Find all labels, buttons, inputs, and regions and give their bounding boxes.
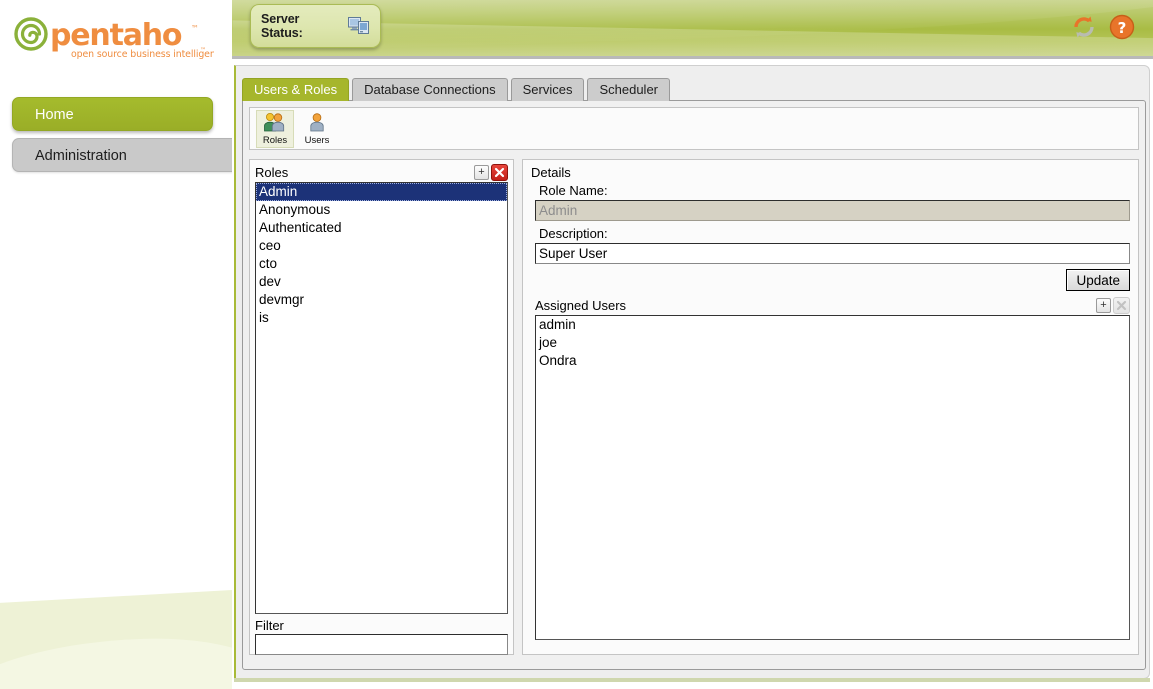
tab-users-and-roles[interactable]: Users & Roles xyxy=(242,78,350,101)
tab-label: Scheduler xyxy=(599,82,659,97)
list-item[interactable]: joe xyxy=(536,334,1129,352)
roles-panel-title: Roles xyxy=(255,165,289,180)
roles-panel: Roles + Admin Anonymous Authenticated ce… xyxy=(249,159,514,655)
remove-assigned-user-button xyxy=(1113,297,1130,314)
add-assigned-user-button[interactable]: + xyxy=(1096,298,1111,313)
content-area: Users & Roles Database Connections Servi… xyxy=(232,62,1153,689)
list-item[interactable]: cto xyxy=(256,255,507,273)
tab-bar: Users & Roles Database Connections Servi… xyxy=(242,78,671,101)
spiral-icon xyxy=(14,17,48,51)
sidebar-item-label: Home xyxy=(35,107,74,123)
assigned-users-title: Assigned Users xyxy=(535,298,627,313)
assigned-users-actions: + xyxy=(1096,297,1130,314)
filter-input[interactable] xyxy=(255,634,508,655)
pentaho-admin-console: pentaho ™ open source business intellige… xyxy=(0,0,1153,689)
toolbar-button-label: Users xyxy=(304,134,330,146)
content-panel: Users & Roles Database Connections Servi… xyxy=(234,65,1150,679)
toolbar-button-users[interactable]: Users xyxy=(298,110,336,148)
description-input[interactable] xyxy=(535,243,1130,264)
two-users-icon xyxy=(263,112,287,135)
decorative-swoosh-lower xyxy=(0,634,232,689)
roles-panel-actions: + xyxy=(474,164,508,181)
header-actions: ? xyxy=(1071,14,1135,40)
update-button[interactable]: Update xyxy=(1066,269,1130,291)
list-item[interactable]: ceo xyxy=(256,237,507,255)
module-toolbar: Roles Users xyxy=(249,107,1139,150)
svg-text:?: ? xyxy=(1118,19,1127,37)
server-status-panel[interactable]: Server Status: xyxy=(250,4,381,48)
svg-text:™: ™ xyxy=(200,47,206,54)
svg-text:pentaho: pentaho xyxy=(50,18,182,53)
roles-list[interactable]: Admin Anonymous Authenticated ceo cto de… xyxy=(255,182,508,614)
sidebar-item-administration[interactable]: Administration xyxy=(12,138,232,172)
tab-database-connections[interactable]: Database Connections xyxy=(352,78,508,101)
role-name-input xyxy=(535,200,1130,221)
list-item[interactable]: Admin xyxy=(256,183,507,201)
details-panel: Details Role Name: Description: Update xyxy=(522,159,1139,655)
role-name-field-row: Role Name: xyxy=(531,183,1130,221)
help-icon[interactable]: ? xyxy=(1109,14,1135,40)
roles-details-split: Roles + Admin Anonymous Authenticated ce… xyxy=(249,159,1139,655)
filter-label: Filter xyxy=(255,618,284,633)
add-role-button[interactable]: + xyxy=(474,165,489,180)
tab-scheduler[interactable]: Scheduler xyxy=(587,78,671,101)
list-item[interactable]: Authenticated xyxy=(256,219,507,237)
toolbar-button-label: Roles xyxy=(262,134,288,146)
decorative-swoosh-upper xyxy=(0,586,232,676)
role-name-label: Role Name: xyxy=(539,183,608,198)
tab-label: Users & Roles xyxy=(254,82,338,97)
description-label: Description: xyxy=(539,226,608,241)
list-item[interactable]: is xyxy=(256,309,507,327)
tab-services[interactable]: Services xyxy=(510,78,585,101)
pentaho-logo[interactable]: pentaho ™ open source business intellige… xyxy=(14,14,214,64)
delete-role-button[interactable] xyxy=(491,164,508,181)
tab-panel-users-and-roles: Roles Users Roles + Admin Anonymous Auth… xyxy=(242,100,1146,670)
assigned-users-list[interactable]: admin joe Ondra xyxy=(535,315,1130,640)
server-status-label: Server Status: xyxy=(261,12,303,40)
toolbar-button-roles[interactable]: Roles xyxy=(256,109,294,148)
roles-panel-header: Roles + xyxy=(255,164,508,182)
list-item[interactable]: admin xyxy=(536,316,1129,334)
tab-label: Services xyxy=(522,82,573,97)
list-item[interactable]: Ondra xyxy=(536,352,1129,370)
roles-filter: Filter xyxy=(255,618,508,655)
sidebar-item-home[interactable]: Home xyxy=(12,97,213,131)
refresh-icon[interactable] xyxy=(1071,14,1097,40)
update-row: Update xyxy=(531,269,1130,291)
svg-text:™: ™ xyxy=(191,24,199,33)
list-item[interactable]: dev xyxy=(256,273,507,291)
server-monitor-icon xyxy=(348,16,370,36)
tab-label: Database Connections xyxy=(364,82,496,97)
description-field-row: Description: xyxy=(531,226,1130,264)
svg-text:open source business intellige: open source business intelligence xyxy=(71,49,214,60)
content-bottom-bar xyxy=(234,678,1150,682)
list-item[interactable]: Anonymous xyxy=(256,201,507,219)
sidebar-nav: Home Administration xyxy=(12,97,232,179)
details-panel-title: Details xyxy=(531,165,571,180)
sidebar-item-label: Administration xyxy=(35,148,127,164)
list-item[interactable]: devmgr xyxy=(256,291,507,309)
single-user-icon xyxy=(307,112,327,135)
sidebar: pentaho ™ open source business intellige… xyxy=(0,0,232,689)
assigned-users-header: Assigned Users + xyxy=(531,297,1130,315)
